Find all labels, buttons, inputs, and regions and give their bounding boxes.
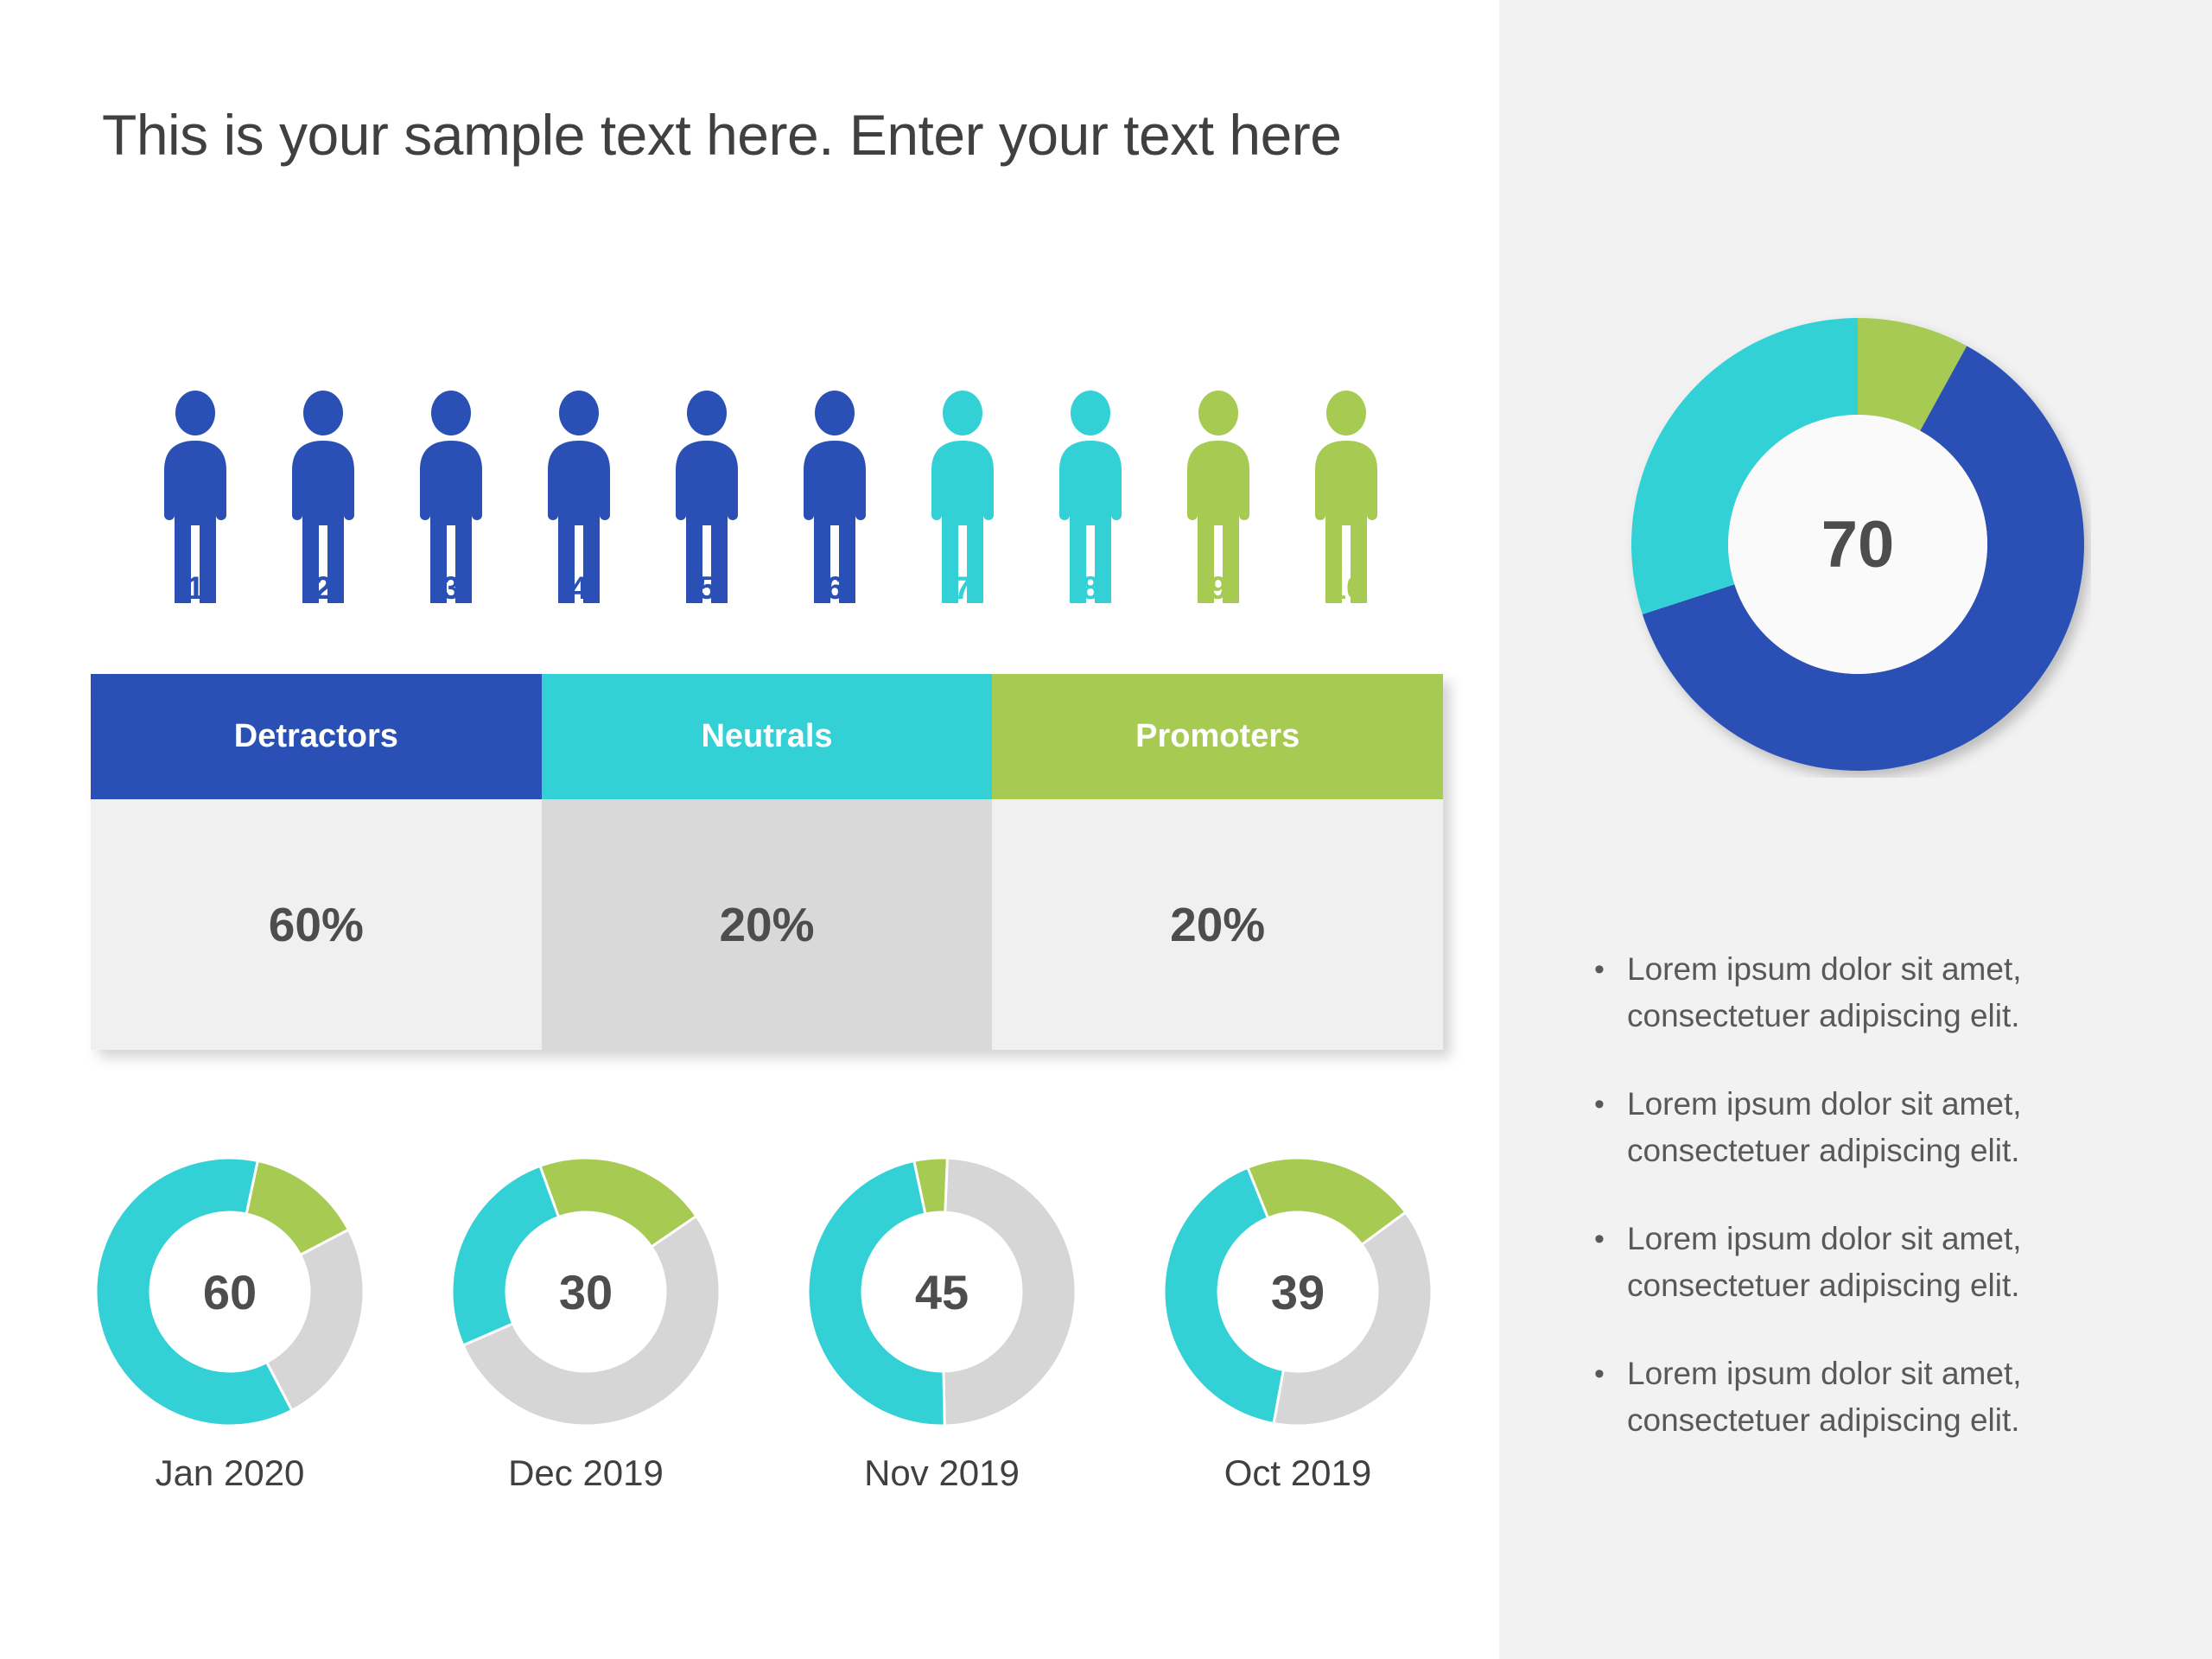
bullet-list-item: • Lorem ipsum dolor sit amet, consectetue… <box>1594 1216 2199 1309</box>
people-number-labels: 1 2 3 4 5 6 7 8 9 10 <box>131 570 1410 607</box>
table-header-cell: Neutrals <box>541 674 993 799</box>
bullet-list-item: • Lorem ipsum dolor sit amet, consectetue… <box>1594 1351 2199 1444</box>
person-score-number: 4 <box>569 570 588 606</box>
monthly-donut-label: Nov 2019 <box>864 1452 1020 1493</box>
person-score-number: 6 <box>825 570 844 606</box>
monthly-donut-item: 60 Jan 2020 <box>52 1154 408 1494</box>
page-title: This is your sample text here. Enter you… <box>102 103 1342 167</box>
bullet-dot-icon: • <box>1594 953 1605 986</box>
person-score-number: 9 <box>1209 570 1228 606</box>
donut-jan-2020: 60 <box>92 1154 368 1430</box>
monthly-donut-item: 45 Nov 2019 <box>764 1154 1120 1494</box>
table-value-cell: 60% <box>91 799 542 1050</box>
table-value-row: 60% 20% 20% <box>91 799 1444 1050</box>
donut-nov-2019: 45 <box>804 1154 1080 1430</box>
person-score-number: 2 <box>314 570 333 606</box>
nps-category-table: Detractors Neutrals Promoters 60% 20% 20% <box>91 674 1444 1050</box>
monthly-donut-item: 30 Dec 2019 <box>408 1154 764 1494</box>
monthly-donut-center-value: 45 <box>914 1264 969 1319</box>
bullet-text: Lorem ipsum dolor sit amet, consectetuer… <box>1627 1086 2022 1168</box>
slide-canvas: This is your sample text here. Enter you… <box>0 0 2212 1659</box>
bullet-text: Lorem ipsum dolor sit amet, consectetuer… <box>1627 1356 2022 1438</box>
table-value-cell: 20% <box>541 799 993 1050</box>
table-header-cell: Detractors <box>91 674 542 799</box>
table-header-row: Detractors Neutrals Promoters <box>91 674 1444 799</box>
monthly-donut-item: 39 Oct 2019 <box>1120 1154 1476 1494</box>
nps-main-donut-chart: 70 <box>1624 311 2091 778</box>
bullet-text: Lorem ipsum dolor sit amet, consectetuer… <box>1627 1221 2022 1303</box>
monthly-donut-label: Dec 2019 <box>508 1452 664 1493</box>
person-score-number: 7 <box>953 570 972 606</box>
bullet-list: • Lorem ipsum dolor sit amet, consectetue… <box>1594 946 2199 1485</box>
people-pictogram <box>131 346 1410 605</box>
person-score-number: 5 <box>697 570 716 606</box>
person-score-number: 3 <box>442 570 461 606</box>
donut-dec-2019: 30 <box>448 1154 724 1430</box>
monthly-donut-strip: 60 Jan 2020 30 Dec 2019 45 Nov 2019 39 Oct 2019 <box>52 1154 1478 1494</box>
bullet-list-item: • Lorem ipsum dolor sit amet, consectetue… <box>1594 946 2199 1039</box>
bullet-dot-icon: • <box>1594 1088 1605 1121</box>
monthly-donut-label: Oct 2019 <box>1224 1452 1372 1493</box>
donut-oct-2019: 39 <box>1160 1154 1436 1430</box>
person-score-number: 10 <box>1328 570 1364 606</box>
monthly-donut-center-value: 30 <box>558 1264 613 1319</box>
bullet-text: Lorem ipsum dolor sit amet, consectetuer… <box>1627 951 2022 1033</box>
table-header-cell: Promoters <box>992 674 1444 799</box>
bullet-dot-icon: • <box>1594 1357 1605 1390</box>
monthly-donut-center-value: 60 <box>202 1264 257 1319</box>
bullet-list-item: • Lorem ipsum dolor sit amet, consectetue… <box>1594 1081 2199 1174</box>
person-score-number: 1 <box>186 570 205 606</box>
monthly-donut-label: Jan 2020 <box>155 1452 305 1493</box>
monthly-donut-center-value: 39 <box>1270 1264 1325 1319</box>
table-value-cell: 20% <box>992 799 1444 1050</box>
bullet-dot-icon: • <box>1594 1223 1605 1255</box>
main-donut-center-value: 70 <box>1821 507 1895 582</box>
person-score-number: 8 <box>1081 570 1100 606</box>
